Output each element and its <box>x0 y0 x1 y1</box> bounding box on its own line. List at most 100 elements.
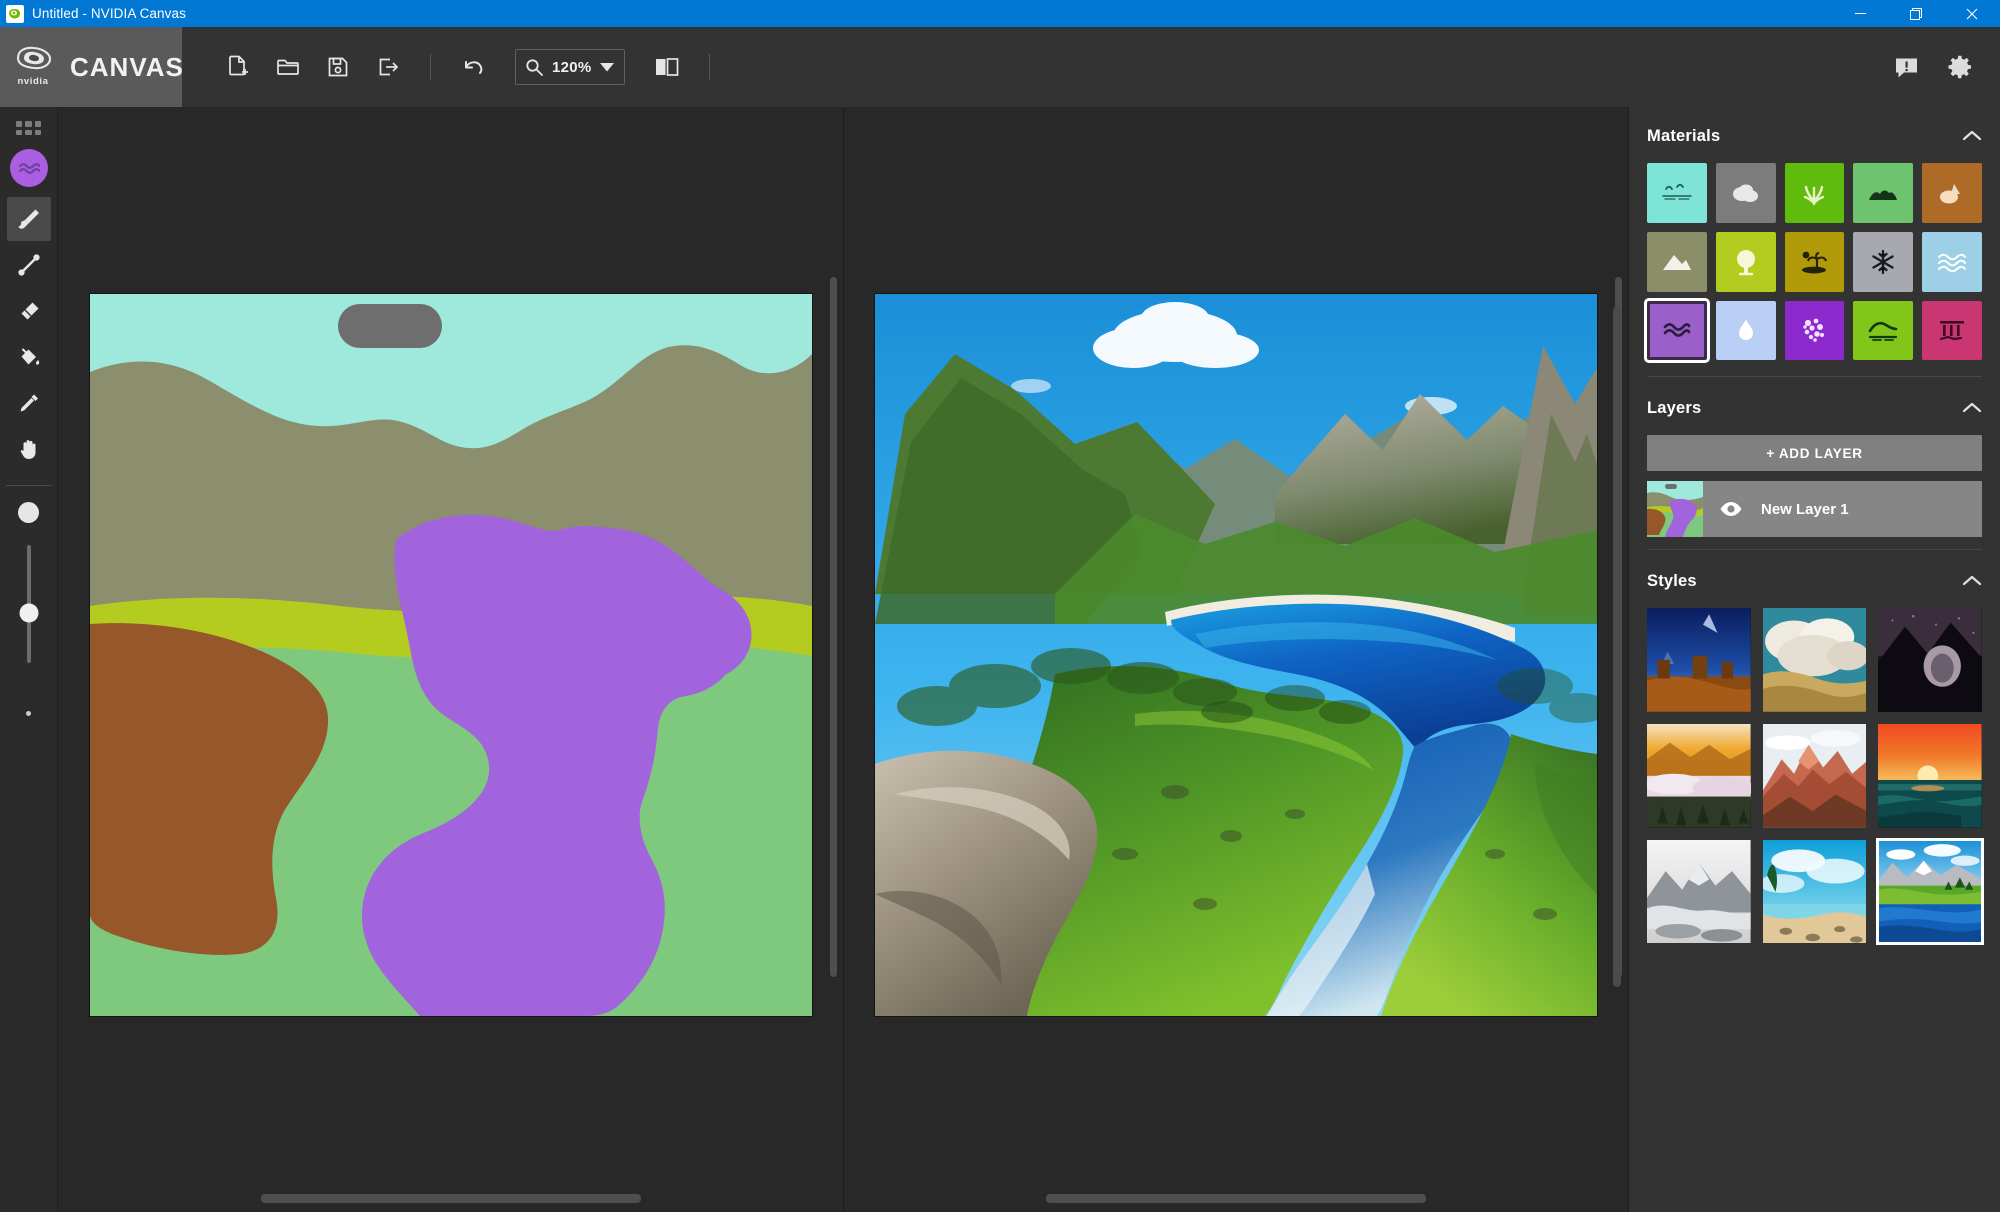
material-grass[interactable] <box>1784 163 1845 223</box>
materials-title: Materials <box>1647 126 1721 145</box>
palm-island-icon <box>1802 251 1828 274</box>
layer-thumbnail <box>1647 481 1703 538</box>
style-cloud-canyon[interactable] <box>1762 608 1867 713</box>
eyedropper-tool[interactable] <box>7 381 51 425</box>
material-sky[interactable] <box>1647 163 1707 223</box>
style-alpine-lake[interactable] <box>1876 837 1984 946</box>
water-droplet-icon <box>1738 320 1753 341</box>
style-monochrome-peak[interactable] <box>1647 839 1751 944</box>
material-island[interactable] <box>1784 231 1845 292</box>
grass-blades-icon <box>1804 185 1825 206</box>
material-hill[interactable] <box>1853 300 1914 361</box>
split-view-button[interactable] <box>647 47 687 87</box>
bush-mound-icon <box>1869 190 1898 200</box>
layer-name: New Layer 1 <box>1761 500 1849 518</box>
window-controls <box>1832 0 2000 27</box>
segmentation-sketch-pane[interactable] <box>58 107 843 1212</box>
grid-dots-icon[interactable] <box>15 115 42 135</box>
file-actions-group <box>218 47 493 87</box>
rail-divider <box>5 485 52 486</box>
style-golden-fog[interactable] <box>1647 724 1751 828</box>
ruins-columns-icon <box>1939 321 1965 341</box>
material-cloud[interactable] <box>1715 163 1776 223</box>
view-actions-group <box>647 47 722 87</box>
brush-size-slider[interactable] <box>19 545 38 663</box>
fill-tool[interactable] <box>7 335 51 379</box>
sketch-horizontal-scrollbar[interactable] <box>260 1194 641 1203</box>
brush-size-preview <box>18 502 39 523</box>
canvas-area <box>58 107 1628 1212</box>
materials-layers-divider <box>1647 376 1982 378</box>
feedback-button[interactable] <box>1886 47 1926 87</box>
segmentation-sketch-canvas[interactable] <box>89 293 812 1016</box>
app-name-block: CANVAS BETA <box>70 52 184 82</box>
material-sand[interactable] <box>1922 163 1982 223</box>
eraser-tool[interactable] <box>7 289 51 333</box>
close-button[interactable] <box>1944 0 2000 27</box>
sketch-vertical-scrollbar[interactable] <box>830 277 837 977</box>
style-ocean-sunset[interactable] <box>1878 724 1982 828</box>
window-title: Untitled - NVIDIA Canvas <box>32 6 186 21</box>
style-night-cave[interactable] <box>1878 608 1982 713</box>
zoom-value: 120% <box>552 58 592 76</box>
water-waves-icon <box>18 163 40 174</box>
app-name: CANVAS <box>70 52 184 82</box>
styles-section-header: Styles <box>1643 558 2000 604</box>
mountain-peak-icon <box>1662 254 1691 270</box>
cloud-icon <box>1732 184 1758 202</box>
style-red-dolomites[interactable] <box>1762 724 1867 828</box>
active-material-swatch[interactable] <box>9 149 48 187</box>
right-panel-scrollbar[interactable] <box>1613 307 1621 987</box>
material-water[interactable] <box>1644 297 1710 364</box>
material-ruins[interactable] <box>1922 300 1982 361</box>
material-sea[interactable] <box>1922 231 1982 292</box>
water-waves-icon <box>1663 323 1691 338</box>
material-mountain[interactable] <box>1647 231 1707 292</box>
layers-collapse-chevron-up-icon[interactable] <box>1962 402 1982 414</box>
snowflake-icon <box>1872 249 1894 274</box>
tool-rail <box>0 107 58 1212</box>
save-button[interactable] <box>318 47 358 87</box>
material-bush[interactable] <box>1853 163 1914 223</box>
new-document-button[interactable] <box>218 47 258 87</box>
render-horizontal-scrollbar[interactable] <box>1046 1194 1426 1203</box>
layer-row[interactable]: New Layer 1 <box>1647 481 1982 538</box>
app-icon <box>6 4 24 23</box>
layers-section-header: Layers <box>1643 385 2000 431</box>
zoom-control[interactable]: 120% <box>515 49 625 85</box>
ai-render-canvas[interactable] <box>875 293 1597 1016</box>
styles-title: Styles <box>1647 571 1697 590</box>
paint-bucket-icon <box>21 348 39 365</box>
add-layer-button[interactable]: + ADD LAYER <box>1647 435 1982 472</box>
line-tool[interactable] <box>7 243 51 287</box>
materials-collapse-chevron-up-icon[interactable] <box>1962 130 1982 142</box>
sea-waves-icon <box>1938 253 1967 272</box>
style-turquoise-beach[interactable] <box>1762 839 1867 944</box>
eye-icon[interactable] <box>1719 501 1743 517</box>
material-tree[interactable] <box>1715 231 1776 292</box>
app-body: Materials Layers + ADD LAYER New Layer 1… <box>0 107 2000 1212</box>
app-toolbar: nvidia CANVAS BETA 120% <box>0 27 2000 107</box>
open-file-button[interactable] <box>268 47 308 87</box>
undo-button[interactable] <box>453 47 493 87</box>
nvidia-logo-word: nvidia <box>17 76 49 87</box>
tree-icon <box>1736 249 1755 275</box>
toolbar-divider-1 <box>430 54 431 80</box>
export-button[interactable] <box>368 47 408 87</box>
toolbar-right-group <box>1886 47 1980 87</box>
settings-button[interactable] <box>1940 47 1980 87</box>
brush-size-slider-handle[interactable] <box>19 603 38 623</box>
toolbar-divider-2 <box>708 54 710 80</box>
styles-collapse-chevron-up-icon[interactable] <box>1962 575 1982 587</box>
material-fog[interactable] <box>1715 300 1776 361</box>
paintbrush-tool[interactable] <box>6 197 51 241</box>
ai-render-pane[interactable] <box>843 107 1628 1212</box>
nvidia-logo: nvidia <box>10 45 56 89</box>
material-snow[interactable] <box>1853 231 1914 292</box>
pan-tool[interactable] <box>7 427 51 471</box>
style-desert-storm[interactable] <box>1647 608 1751 713</box>
material-flowers[interactable] <box>1784 300 1845 361</box>
minimize-button[interactable] <box>1832 0 1888 27</box>
restore-button[interactable] <box>1888 0 1944 27</box>
right-panel: Materials Layers + ADD LAYER New Layer 1… <box>1613 107 2000 1212</box>
